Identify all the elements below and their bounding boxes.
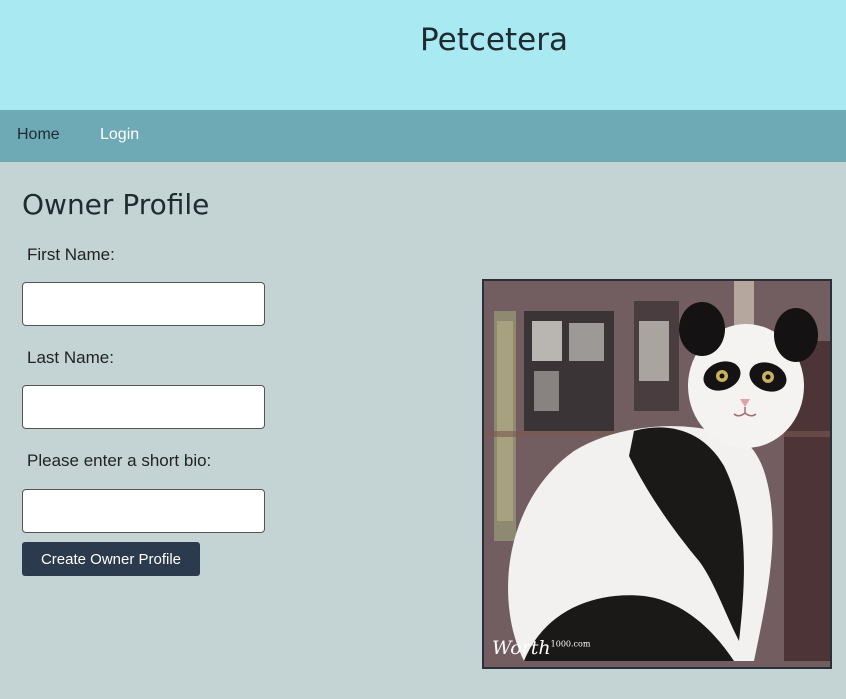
page-title: Owner Profile	[22, 188, 210, 221]
nav-bar: Home Login	[0, 110, 846, 162]
last-name-label: Last Name:	[27, 348, 114, 367]
first-name-label: First Name:	[27, 245, 115, 264]
last-name-input[interactable]	[22, 385, 265, 429]
nav-home-link[interactable]: Home	[17, 126, 60, 144]
panda-cat-image	[484, 281, 830, 667]
create-owner-profile-button[interactable]: Create Owner Profile	[22, 542, 200, 576]
panda-cat-photo: Worth1000.com	[482, 279, 832, 669]
first-name-input[interactable]	[22, 282, 265, 326]
nav-login-link[interactable]: Login	[100, 126, 139, 144]
site-title: Petcetera	[420, 22, 568, 58]
bio-label: Please enter a short bio:	[27, 451, 212, 470]
site-header: Petcetera	[0, 0, 846, 110]
bio-input[interactable]	[22, 489, 265, 533]
photo-watermark: Worth1000.com	[492, 637, 591, 659]
